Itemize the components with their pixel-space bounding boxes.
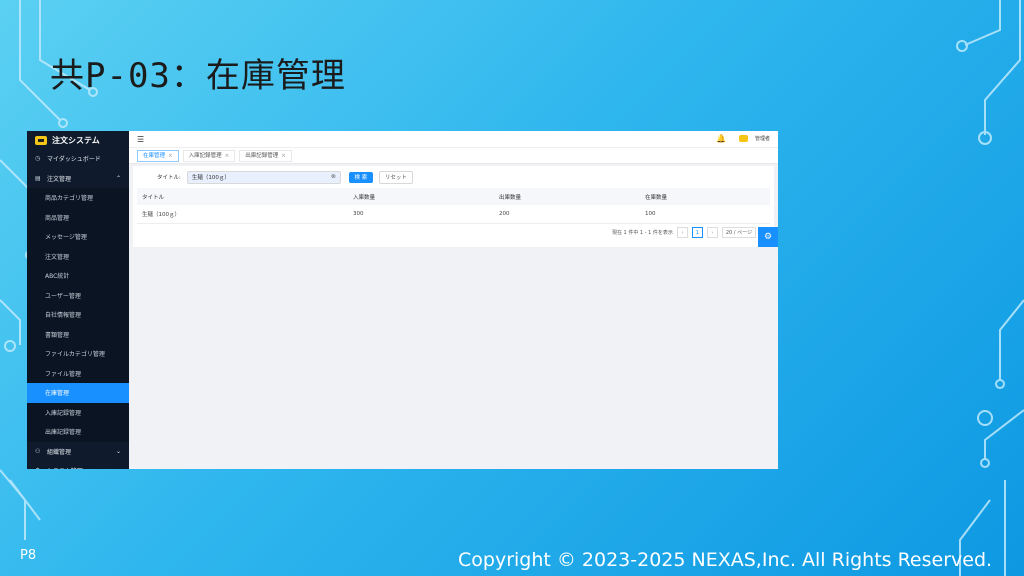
top-bar: ☰ 🔔 管理者 [129,131,778,148]
sidebar-item-label: ファイル管理 [45,370,82,378]
search-input[interactable]: 生麺（100ｇ） ⊗ [186,170,341,184]
search-label: タイトル: [157,175,181,181]
pagination-summary: 現在 1 件中 1 - 1 件を表示 [611,230,673,236]
dashboard-icon: ◷ [35,155,41,163]
logo-icon [35,135,47,145]
page-number: P8 [20,548,37,563]
settings-float-button[interactable]: ⚙ [758,227,778,247]
sidebar-item[interactable]: ◷ マイダッシュボード [27,149,129,169]
document-icon: ▤ [35,174,41,182]
page-button[interactable]: 1 [691,227,703,238]
sidebar-item-label: 商品カテゴリ管理 [45,195,94,203]
brand[interactable]: 注文システム [27,131,129,149]
tab-label: 出庫記録管理 [245,152,279,159]
sidebar-item[interactable]: 書類管理 [27,324,129,344]
sidebar-item-label: 入庫記録管理 [45,409,82,417]
sidebar-item-label: 在庫管理 [45,390,70,398]
column-header: タイトル [137,188,348,205]
table-cell: 300 [348,205,494,224]
app-window: 注文システム ◷ マイダッシュボード ▤ 注文管理 ⌃ 商品カテゴリ管理 商品管理メッセージ… [27,131,778,469]
sidebar-item-label: ユーザー管理 [45,292,81,300]
gear-icon: ⚙ [35,467,43,469]
sidebar-item[interactable]: ファイル管理 [27,363,129,383]
table-cell: 100 [640,205,770,224]
sidebar-item-label: 組織管理 [47,448,72,456]
sidebar-item[interactable]: 自社情報管理 [27,305,129,325]
sidebar-item[interactable]: 在庫管理 [27,383,129,403]
table-header-row: タイトル 入庫数量 出庫数量 在庫数量 [137,188,770,205]
tab-label: 在庫管理 [143,152,166,159]
sidebar-item-label: 自社情報管理 [45,312,82,320]
sidebar-item[interactable]: ユーザー管理 [27,285,129,305]
page-size-select[interactable]: 20 / ページ [721,227,756,238]
sidebar-item-label: 書類管理 [45,331,70,339]
copyright: Copyright © 2023-2025 NEXAS,Inc. All Rig… [458,549,993,571]
sidebar-item-label: 注文管理 [45,253,70,261]
sidebar: 注文システム ◷ マイダッシュボード ▤ 注文管理 ⌃ 商品カテゴリ管理 商品管理メッセージ… [27,131,129,469]
tab-label: 入庫記録管理 [188,152,222,159]
sidebar-item[interactable]: メッセージ管理 [27,227,129,247]
content-panel: タイトル: 生麺（100ｇ） ⊗ 検 索 リセット タイトル 入庫数量 出庫数量… [133,166,774,247]
search-value: 生麺（100ｇ） [191,175,230,181]
next-page-button[interactable]: › [706,227,718,238]
sidebar-item[interactable]: 入庫記録管理 [27,402,129,422]
sidebar-item-label: システム管理 [47,466,83,469]
search-button[interactable]: 検 索 [348,171,373,183]
tab[interactable]: 出庫記録管理 × [239,149,292,162]
search-form: タイトル: 生麺（100ｇ） ⊗ 検 索 リセット [133,166,774,188]
sidebar-item[interactable]: 商品カテゴリ管理 [27,188,129,208]
sidebar-item-label: ABC統計 [45,273,70,281]
close-icon[interactable]: × [281,153,286,159]
chevron-icon: ⌄ [115,447,121,455]
sidebar-item-label: 出庫記録管理 [45,429,82,437]
sidebar-item[interactable]: ▤ 注文管理 ⌃ [27,169,129,189]
tab-bar: 在庫管理 × 入庫記録管理 × 出庫記録管理 × [129,148,778,164]
column-header: 在庫数量 [640,188,770,205]
close-icon[interactable]: × [168,153,173,159]
table-cell: 生麺（100ｇ） [137,205,348,224]
pagination: 現在 1 件中 1 - 1 件を表示 ‹ 1 › 20 / ページ [133,227,774,238]
sidebar-item-label: メッセージ管理 [45,234,87,242]
bell-icon[interactable]: 🔔 [716,134,726,143]
reset-button[interactable]: リセット [378,170,413,184]
org-icon: ⚇ [35,447,41,455]
clear-icon[interactable]: ⊗ [331,173,336,180]
prev-page-button[interactable]: ‹ [676,227,688,238]
sidebar-item[interactable]: 出庫記録管理 [27,422,129,442]
sidebar-item-label: マイダッシュボード [47,156,101,164]
user-name[interactable]: 管理者 [755,135,770,142]
sidebar-menu: ◷ マイダッシュボード ▤ 注文管理 ⌃ 商品カテゴリ管理 商品管理メッセージ管理 注文管理 A… [27,149,129,469]
close-icon[interactable]: × [225,153,230,159]
main-area: ☰ 🔔 管理者 在庫管理 × 入庫記録管理 × 出庫記録管理 × タイトル: 生麺（100… [129,131,778,469]
chevron-icon: ⌃ [115,174,121,182]
sidebar-item-label: 商品管理 [45,214,70,222]
slide-title: 共P-03：在庫管理 [50,56,346,96]
avatar[interactable] [739,135,748,142]
column-header: 入庫数量 [348,188,494,205]
sidebar-item[interactable]: 注文管理 [27,246,129,266]
chevron-icon: ⌄ [116,467,121,469]
sidebar-item-label: 注文管理 [47,175,72,183]
table-cell: 200 [494,205,640,224]
table-row[interactable]: 生麺（100ｇ） 300 200 100 [137,205,770,224]
column-header: 出庫数量 [494,188,640,205]
sidebar-item[interactable]: ABC統計 [27,266,129,286]
sidebar-item-label: ファイルカテゴリ管理 [45,351,105,359]
tab[interactable]: 入庫記録管理 × [182,149,236,162]
sidebar-item[interactable]: ファイルカテゴリ管理 [27,344,129,364]
brand-name: 注文システム [52,135,100,145]
sidebar-item[interactable]: ⚇ 組織管理 ⌄ [27,442,129,462]
sidebar-item[interactable]: ⚙ システム管理 ⌄ [27,461,129,469]
menu-fold-icon[interactable]: ☰ [137,135,144,144]
tab[interactable]: 在庫管理 × [137,149,179,162]
inventory-table: タイトル 入庫数量 出庫数量 在庫数量 生麺（100ｇ） 300 200 100 [137,188,770,224]
sidebar-item[interactable]: 商品管理 [27,207,129,227]
